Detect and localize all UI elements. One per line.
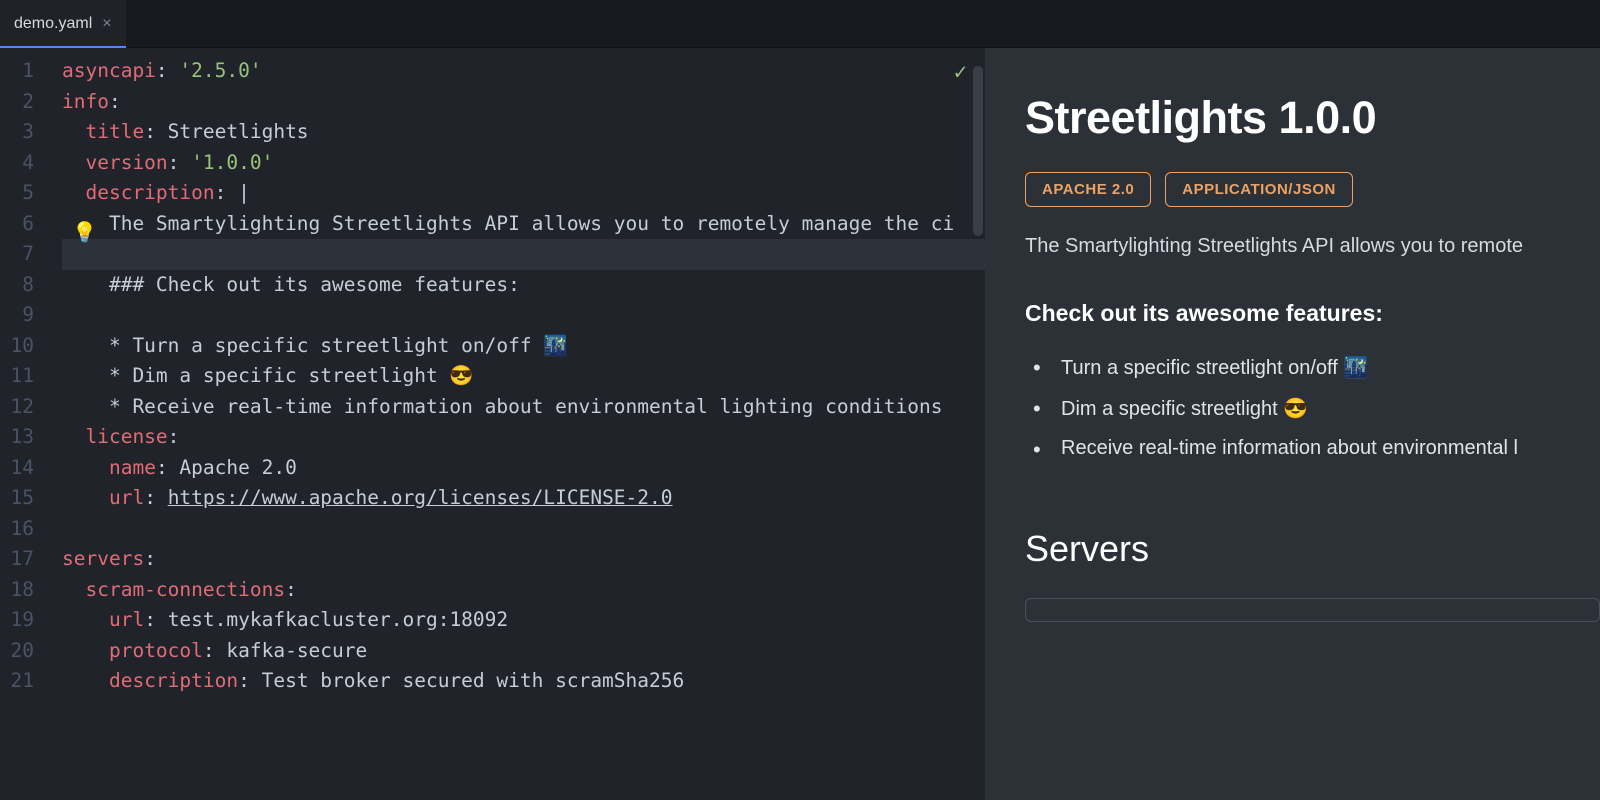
line-number: 7 [0, 239, 52, 270]
line-number: 12 [0, 392, 52, 423]
line-number: 4 [0, 148, 52, 179]
code-line[interactable]: info: [62, 87, 985, 118]
line-number: 10 [0, 331, 52, 362]
code-line[interactable]: servers: [62, 544, 985, 575]
code-line[interactable]: url: test.mykafkacluster.org:18092 [62, 605, 985, 636]
code-line[interactable]: license: [62, 422, 985, 453]
badges-row: APACHE 2.0 APPLICATION/JSON [1025, 172, 1600, 207]
code-line[interactable]: * Receive real-time information about en… [62, 392, 985, 423]
license-badge[interactable]: APACHE 2.0 [1025, 172, 1151, 207]
list-item: Turn a specific streetlight on/off 🌃 [1025, 347, 1600, 388]
code-area[interactable]: asyncapi: '2.5.0'info: title: Streetligh… [62, 48, 985, 800]
code-line[interactable]: protocol: kafka-secure [62, 636, 985, 667]
list-item: Receive real-time information about envi… [1025, 429, 1600, 468]
content-type-badge[interactable]: APPLICATION/JSON [1165, 172, 1353, 207]
code-line[interactable]: name: Apache 2.0 [62, 453, 985, 484]
code-line[interactable] [62, 239, 985, 270]
code-line[interactable]: * Dim a specific streetlight 😎 [62, 361, 985, 392]
line-number: 16 [0, 514, 52, 545]
close-icon[interactable]: × [102, 15, 111, 33]
line-number: 20 [0, 636, 52, 667]
split-pane: 123456789101112131415161718192021 asynca… [0, 48, 1600, 800]
list-item: Dim a specific streetlight 😎 [1025, 388, 1600, 429]
code-editor[interactable]: 123456789101112131415161718192021 asynca… [0, 48, 985, 800]
code-line[interactable]: The Smartylighting Streetlights API allo… [62, 209, 985, 240]
features-heading: Check out its awesome features: [1025, 300, 1600, 327]
line-number: 6 [0, 209, 52, 240]
validation-check-icon: ✓ [954, 58, 967, 89]
line-gutter: 123456789101112131415161718192021 [0, 48, 52, 800]
line-number: 3 [0, 117, 52, 148]
line-number: 2 [0, 87, 52, 118]
line-number: 14 [0, 453, 52, 484]
line-number: 19 [0, 605, 52, 636]
line-number: 18 [0, 575, 52, 606]
line-number: 11 [0, 361, 52, 392]
server-card[interactable] [1025, 598, 1600, 622]
preview-pane: Streetlights 1.0.0 APACHE 2.0 APPLICATIO… [985, 48, 1600, 800]
line-number: 1 [0, 56, 52, 87]
line-number: 17 [0, 544, 52, 575]
code-line[interactable]: version: '1.0.0' [62, 148, 985, 179]
servers-heading: Servers [1025, 528, 1600, 570]
code-line[interactable] [62, 514, 985, 545]
api-title: Streetlights 1.0.0 [1025, 92, 1600, 144]
code-line[interactable]: asyncapi: '2.5.0' [62, 56, 985, 87]
line-number: 8 [0, 270, 52, 301]
code-line[interactable]: ### Check out its awesome features: [62, 270, 985, 301]
code-line[interactable]: description: Test broker secured with sc… [62, 666, 985, 697]
tab-bar: demo.yaml × [0, 0, 1600, 48]
features-list: Turn a specific streetlight on/off 🌃 Dim… [1025, 347, 1600, 468]
code-line[interactable]: scram-connections: [62, 575, 985, 606]
tab-label: demo.yaml [14, 15, 92, 33]
api-description: The Smartylighting Streetlights API allo… [1025, 235, 1600, 258]
line-number: 13 [0, 422, 52, 453]
code-line[interactable]: title: Streetlights [62, 117, 985, 148]
line-number: 15 [0, 483, 52, 514]
bulb-icon: 💡 [72, 217, 97, 248]
code-line[interactable]: url: https://www.apache.org/licenses/LIC… [62, 483, 985, 514]
scrollbar-thumb[interactable] [973, 66, 983, 236]
tab-demo-yaml[interactable]: demo.yaml × [0, 0, 126, 47]
code-line[interactable] [62, 300, 985, 331]
line-number: 21 [0, 666, 52, 697]
code-line[interactable]: * Turn a specific streetlight on/off 🌃 [62, 331, 985, 362]
code-line[interactable]: description: | [62, 178, 985, 209]
line-number: 5 [0, 178, 52, 209]
line-number: 9 [0, 300, 52, 331]
